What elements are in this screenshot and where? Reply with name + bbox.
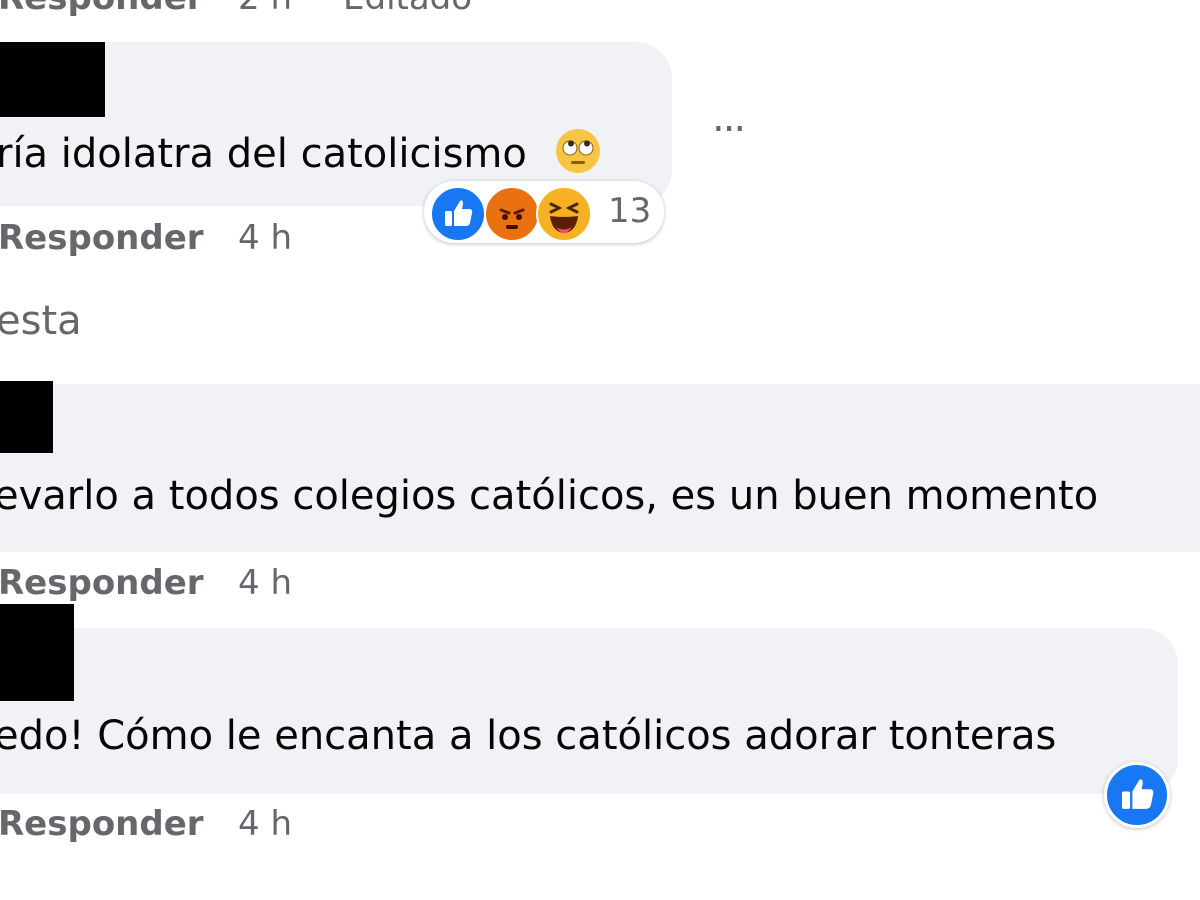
reply-link[interactable]: Responder — [0, 218, 204, 258]
redacted-author-name — [0, 42, 105, 117]
reaction-count: 13 — [608, 191, 652, 231]
comment-time[interactable]: 4 h — [238, 218, 292, 258]
reply-link[interactable]: Responder — [0, 804, 204, 844]
like-reaction-icon — [430, 186, 486, 242]
redacted-author-name — [0, 381, 53, 453]
rolling-eyes-emoji-icon — [554, 127, 602, 175]
comment-meta: Responder 4 h — [0, 563, 292, 603]
redacted-author-name — [0, 604, 74, 701]
like-reaction-icon[interactable] — [1104, 762, 1170, 828]
comment-bubble-3 — [0, 628, 1178, 794]
haha-reaction-icon — [536, 186, 592, 242]
comment-bubble-2 — [0, 384, 1200, 552]
angry-reaction-icon — [484, 186, 540, 242]
reply-link[interactable]: Responder — [0, 563, 204, 603]
comment-text: edo! Cómo le encanta a los católicos ado… — [0, 713, 1057, 759]
reactions-summary[interactable]: 13 — [424, 181, 664, 243]
top-comment-meta: Responder 2 h Editado — [0, 0, 472, 18]
comment-time[interactable]: 4 h — [238, 563, 292, 603]
more-options-icon[interactable]: ... — [712, 98, 746, 138]
comment-meta: Responder 4 h — [0, 218, 292, 258]
reply-link[interactable]: Responder — [0, 0, 204, 18]
comment-text: ría idolatra del catolicismo — [0, 127, 602, 177]
comment-time[interactable]: 2 h — [238, 0, 292, 18]
comment-time[interactable]: 4 h — [238, 804, 292, 844]
comment-meta: Responder 4 h — [0, 804, 292, 844]
comment-text: evarlo a todos colegios católicos, es un… — [0, 473, 1099, 519]
replies-section-label[interactable]: esta — [0, 298, 82, 344]
edited-label: Editado — [343, 0, 472, 18]
